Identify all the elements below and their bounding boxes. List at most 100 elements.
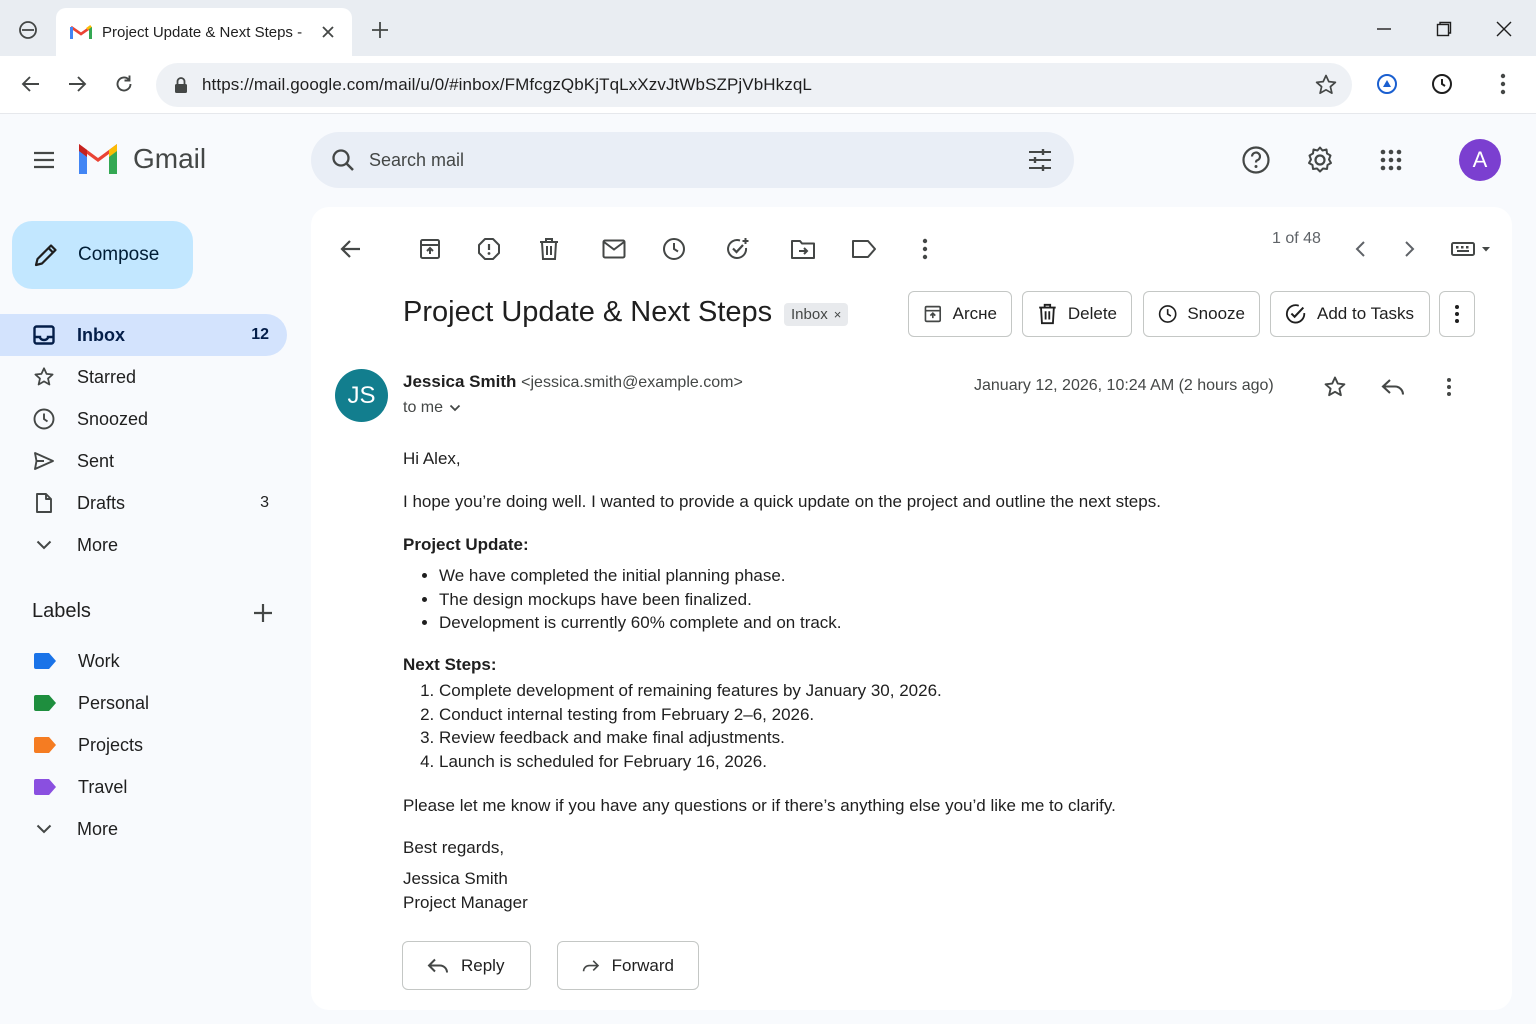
bookmark-star-icon[interactable] — [1314, 73, 1338, 97]
inbox-label-chip[interactable]: Inbox × — [784, 303, 849, 326]
apps-grid-icon[interactable] — [1373, 142, 1409, 178]
snooze-button-label: Snooze — [1187, 304, 1245, 323]
label-item-personal[interactable]: Personal — [0, 682, 287, 724]
profile-sync-icon[interactable] — [1372, 69, 1402, 99]
pencil-icon — [34, 244, 57, 267]
label-name: Personal — [78, 692, 150, 713]
forward-icon[interactable] — [61, 68, 93, 100]
input-tools-keyboard-icon[interactable] — [1448, 231, 1498, 267]
clock-icon — [1158, 305, 1177, 323]
snooze-icon[interactable] — [656, 231, 692, 267]
reply-icon[interactable] — [1377, 371, 1409, 403]
main-menu-icon[interactable] — [28, 144, 60, 176]
sidebar-item-inbox[interactable]: Inbox 12 — [0, 314, 287, 356]
label-item-projects[interactable]: Projects — [0, 724, 287, 766]
newer-chevron-left-icon[interactable] — [1342, 231, 1378, 267]
older-chevron-right-icon[interactable] — [1392, 231, 1428, 267]
labels-heading: Labels — [32, 600, 91, 622]
sender-name[interactable]: Jessica Smith — [403, 372, 516, 391]
minimize-icon[interactable] — [1369, 14, 1399, 44]
chevron-down-icon[interactable] — [449, 404, 461, 412]
add-task-icon[interactable] — [720, 231, 756, 267]
sidebar-item-starred[interactable]: Starred — [0, 356, 287, 398]
gmail-logo-icon[interactable] — [76, 142, 120, 178]
browser-toolbar: https://mail.google.com/mail/u/0/#inbox/… — [0, 56, 1536, 114]
sidebar-item-more[interactable]: More — [0, 524, 287, 566]
restore-icon[interactable] — [1429, 14, 1459, 44]
back-to-inbox-icon[interactable] — [333, 231, 369, 267]
closing-paragraph: Please let me know if you have any quest… — [403, 796, 1116, 815]
add-to-tasks-label: Add to Tasks — [1317, 304, 1415, 323]
tab-close-icon[interactable] — [318, 22, 338, 42]
move-to-folder-icon[interactable] — [785, 231, 821, 267]
chevron-down-icon — [32, 817, 56, 841]
email-view: 1 of 48 Project Update & Next Steps Inbo… — [311, 207, 1512, 1010]
email-subject: Project Update & Next Steps — [403, 296, 773, 328]
delete-icon — [1039, 303, 1056, 325]
sidebar-item-label: Inbox — [77, 324, 125, 345]
send-icon — [32, 449, 56, 473]
search-icon[interactable] — [329, 146, 357, 174]
signature-title: Project Manager — [403, 892, 528, 912]
snooze-button[interactable]: Snooze — [1143, 291, 1260, 337]
extension-icon[interactable] — [1427, 69, 1457, 99]
sidebar-item-sent[interactable]: Sent — [0, 440, 287, 482]
list-item: Development is currently 60% complete an… — [439, 611, 1403, 635]
report-spam-icon[interactable] — [471, 231, 507, 267]
archive-icon[interactable] — [412, 231, 448, 267]
more-options-button[interactable] — [1439, 291, 1475, 337]
lock-icon[interactable] — [170, 74, 192, 96]
remove-label-icon[interactable]: × — [834, 307, 842, 322]
add-to-tasks-button[interactable]: Add to Tasks — [1270, 291, 1430, 337]
archive-button[interactable]: Arcне — [908, 291, 1012, 337]
star-message-icon[interactable] — [1319, 371, 1351, 403]
label-name: Travel — [78, 776, 128, 797]
help-icon[interactable] — [1238, 142, 1274, 178]
label-item-work[interactable]: Work — [0, 640, 287, 682]
draft-icon — [32, 491, 56, 515]
sidebar-item-label: More — [77, 534, 119, 555]
archive-icon — [924, 305, 942, 323]
delete-button[interactable]: Delete — [1022, 291, 1132, 337]
inbox-icon — [32, 323, 56, 347]
list-item: Launch is scheduled for February 16, 202… — [439, 750, 1403, 774]
message-more-icon[interactable] — [1433, 371, 1465, 403]
labels-more[interactable]: More — [0, 808, 287, 850]
greeting: Hi Alex, — [403, 449, 461, 468]
delete-icon[interactable] — [531, 231, 567, 267]
sender-avatar[interactable]: JS — [335, 369, 388, 422]
label-tag-shape — [34, 653, 56, 669]
compose-button[interactable]: Compose — [12, 221, 193, 289]
browser-menu-icon[interactable] — [1488, 69, 1518, 99]
close-window-icon[interactable] — [1489, 14, 1519, 44]
address-bar[interactable]: https://mail.google.com/mail/u/0/#inbox/… — [156, 63, 1352, 107]
mark-unread-icon[interactable] — [596, 231, 632, 267]
archive-button-label: Arcне — [952, 304, 997, 323]
search-bar[interactable] — [311, 132, 1074, 188]
label-item-travel[interactable]: Travel — [0, 766, 287, 808]
sidebar-item-drafts[interactable]: Drafts 3 — [0, 482, 287, 524]
forward-button[interactable]: Forward — [557, 941, 699, 990]
url-text[interactable]: https://mail.google.com/mail/u/0/#inbox/… — [202, 75, 812, 95]
back-icon[interactable] — [15, 68, 47, 100]
sidebar-item-snoozed[interactable]: Snoozed — [0, 398, 287, 440]
add-label-icon[interactable] — [250, 600, 276, 626]
email-body: Hi Alex, I hope you’re doing well. I wan… — [403, 447, 1403, 914]
search-input[interactable] — [369, 149, 969, 171]
browser-tab[interactable]: Project Update & Next Steps - — [56, 8, 352, 56]
chevron-down-icon — [32, 533, 56, 557]
tab-search-icon[interactable] — [14, 16, 42, 44]
settings-gear-icon[interactable] — [1302, 142, 1338, 178]
reply-label: Reply — [461, 955, 505, 975]
app-name[interactable]: Gmail — [133, 143, 206, 175]
reload-icon[interactable] — [108, 68, 140, 100]
steps-heading: Next Steps: — [403, 654, 497, 674]
label-icon[interactable] — [846, 231, 882, 267]
new-tab-icon[interactable] — [366, 16, 394, 44]
account-avatar[interactable]: A — [1459, 139, 1501, 181]
sidebar-item-label: Drafts — [77, 492, 126, 513]
reply-button[interactable]: Reply — [402, 941, 531, 990]
search-options-icon[interactable] — [1026, 146, 1054, 174]
recipient-details[interactable]: to me — [403, 399, 461, 417]
more-actions-icon[interactable] — [907, 231, 943, 267]
